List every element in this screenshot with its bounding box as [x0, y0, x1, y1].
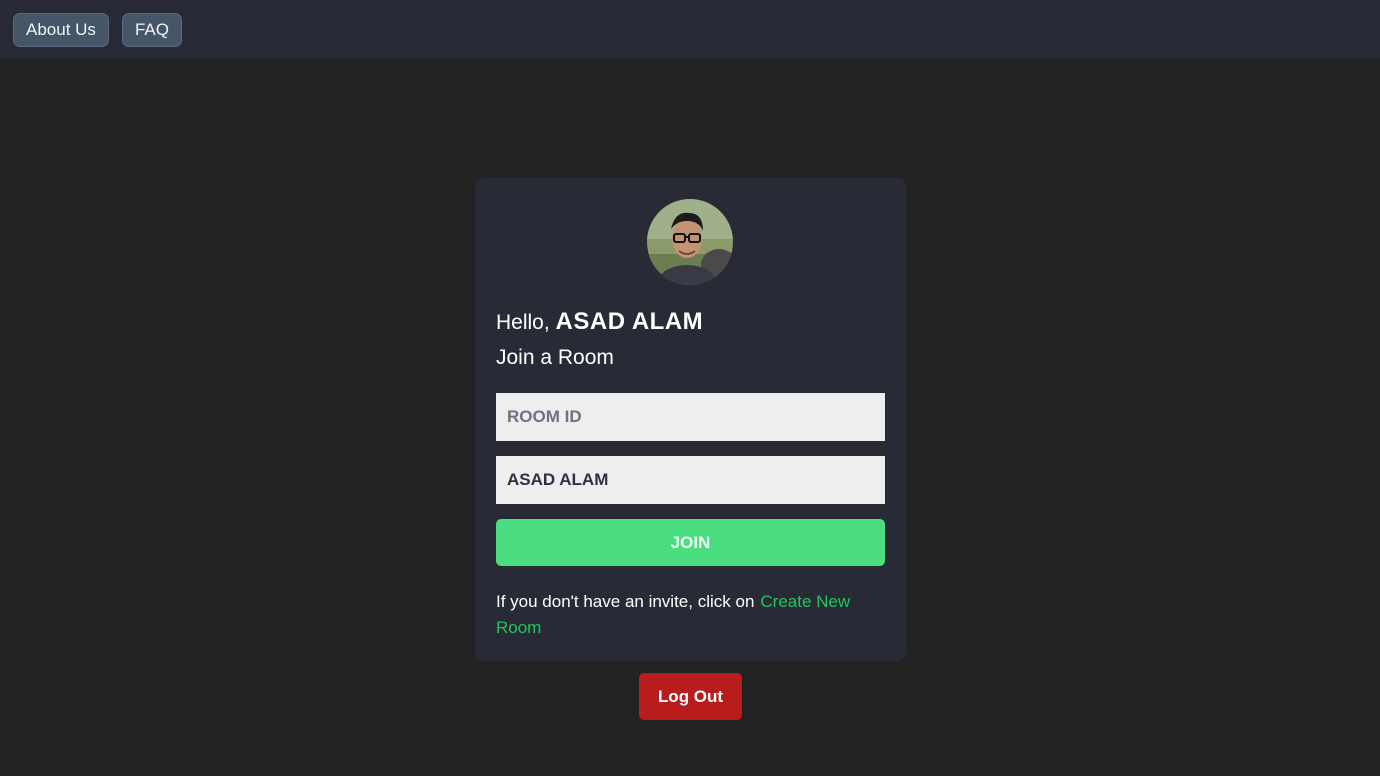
avatar — [647, 199, 733, 285]
invite-note: If you don't have an invite, click on Cre… — [496, 589, 876, 641]
top-nav-bar: About Us FAQ — [0, 0, 1380, 59]
user-name: ASAD ALAM — [555, 308, 704, 335]
join-button[interactable]: JOIN — [496, 519, 885, 566]
room-id-input[interactable] — [496, 393, 885, 441]
user-photo-icon — [647, 199, 733, 285]
about-us-button[interactable]: About Us — [13, 12, 109, 47]
invite-text: If you don't have an invite, click on — [496, 592, 755, 611]
greeting: Hello, ASAD ALAM — [496, 308, 703, 336]
logout-button[interactable]: Log Out — [639, 673, 742, 720]
username-input[interactable] — [496, 456, 885, 504]
join-room-card: Hello, ASAD ALAM Join a Room JOIN If you… — [475, 178, 906, 661]
greeting-prefix: Hello, — [496, 311, 556, 334]
faq-button[interactable]: FAQ — [121, 12, 182, 47]
join-room-title: Join a Room — [496, 346, 614, 369]
